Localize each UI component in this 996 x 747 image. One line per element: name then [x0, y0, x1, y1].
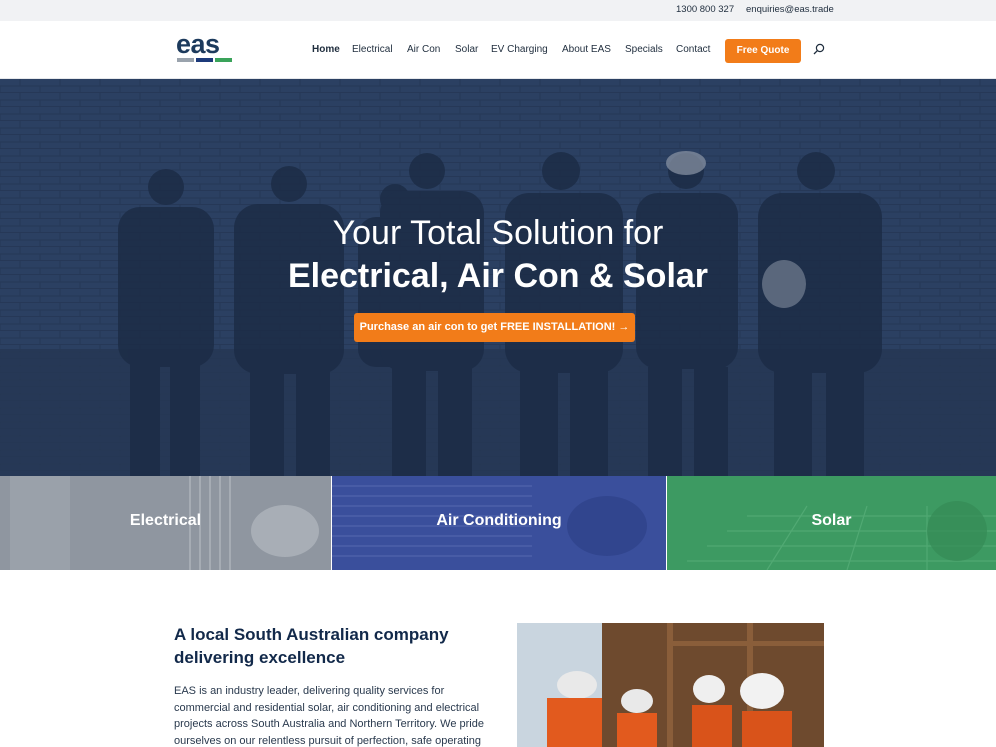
tile-solar-label: Solar	[811, 512, 852, 529]
nav-electrical[interactable]: Electrical	[352, 44, 393, 55]
nav-contact[interactable]: Contact	[676, 44, 710, 55]
tile-solar[interactable]: Solar	[667, 476, 996, 570]
intro-heading: A local South Australian company deliver…	[174, 625, 449, 667]
phone-link[interactable]: 1300 800 327	[676, 4, 734, 15]
hero-heading-line1: Your Total Solution for	[332, 214, 664, 252]
search-icon[interactable]	[813, 43, 825, 55]
nav-specials[interactable]: Specials	[625, 44, 663, 55]
service-tiles: Electrical Air Conditioning Solar	[0, 476, 996, 570]
eas-logo[interactable]: eas	[176, 29, 234, 63]
logo-wordmark: eas	[176, 29, 220, 59]
free-quote-button[interactable]: Free Quote	[725, 39, 801, 63]
free-installation-button[interactable]: Purchase an air con to get FREE INSTALLA…	[354, 313, 635, 342]
nav-air-con[interactable]: Air Con	[407, 44, 440, 55]
tile-electrical-label: Electrical	[129, 512, 202, 529]
tile-air-conditioning[interactable]: Air Conditioning	[332, 476, 666, 570]
nav-about-eas[interactable]: About EAS	[562, 44, 611, 55]
hero-heading-line2: Electrical, Air Con & Solar	[287, 257, 709, 295]
workers-building-photo	[517, 623, 824, 747]
intro-paragraph: EAS is an industry leader, delivering qu…	[174, 685, 484, 747]
site-header: eas Home Electrical Air Con Solar EV Cha…	[0, 21, 996, 79]
nav-home[interactable]: Home	[312, 44, 340, 55]
tile-air-conditioning-label: Air Conditioning	[436, 512, 562, 529]
logo-color-bars	[177, 58, 233, 62]
tile-electrical[interactable]: Electrical	[0, 476, 331, 570]
nav-ev-charging[interactable]: EV Charging	[491, 44, 548, 55]
top-contact-bar: 1300 800 327 enquiries@eas.trade	[0, 0, 996, 21]
email-link[interactable]: enquiries@eas.trade	[746, 4, 834, 15]
nav-solar[interactable]: Solar	[455, 44, 478, 55]
hero-banner: Your Total Solution for Electrical, Air …	[0, 79, 996, 476]
